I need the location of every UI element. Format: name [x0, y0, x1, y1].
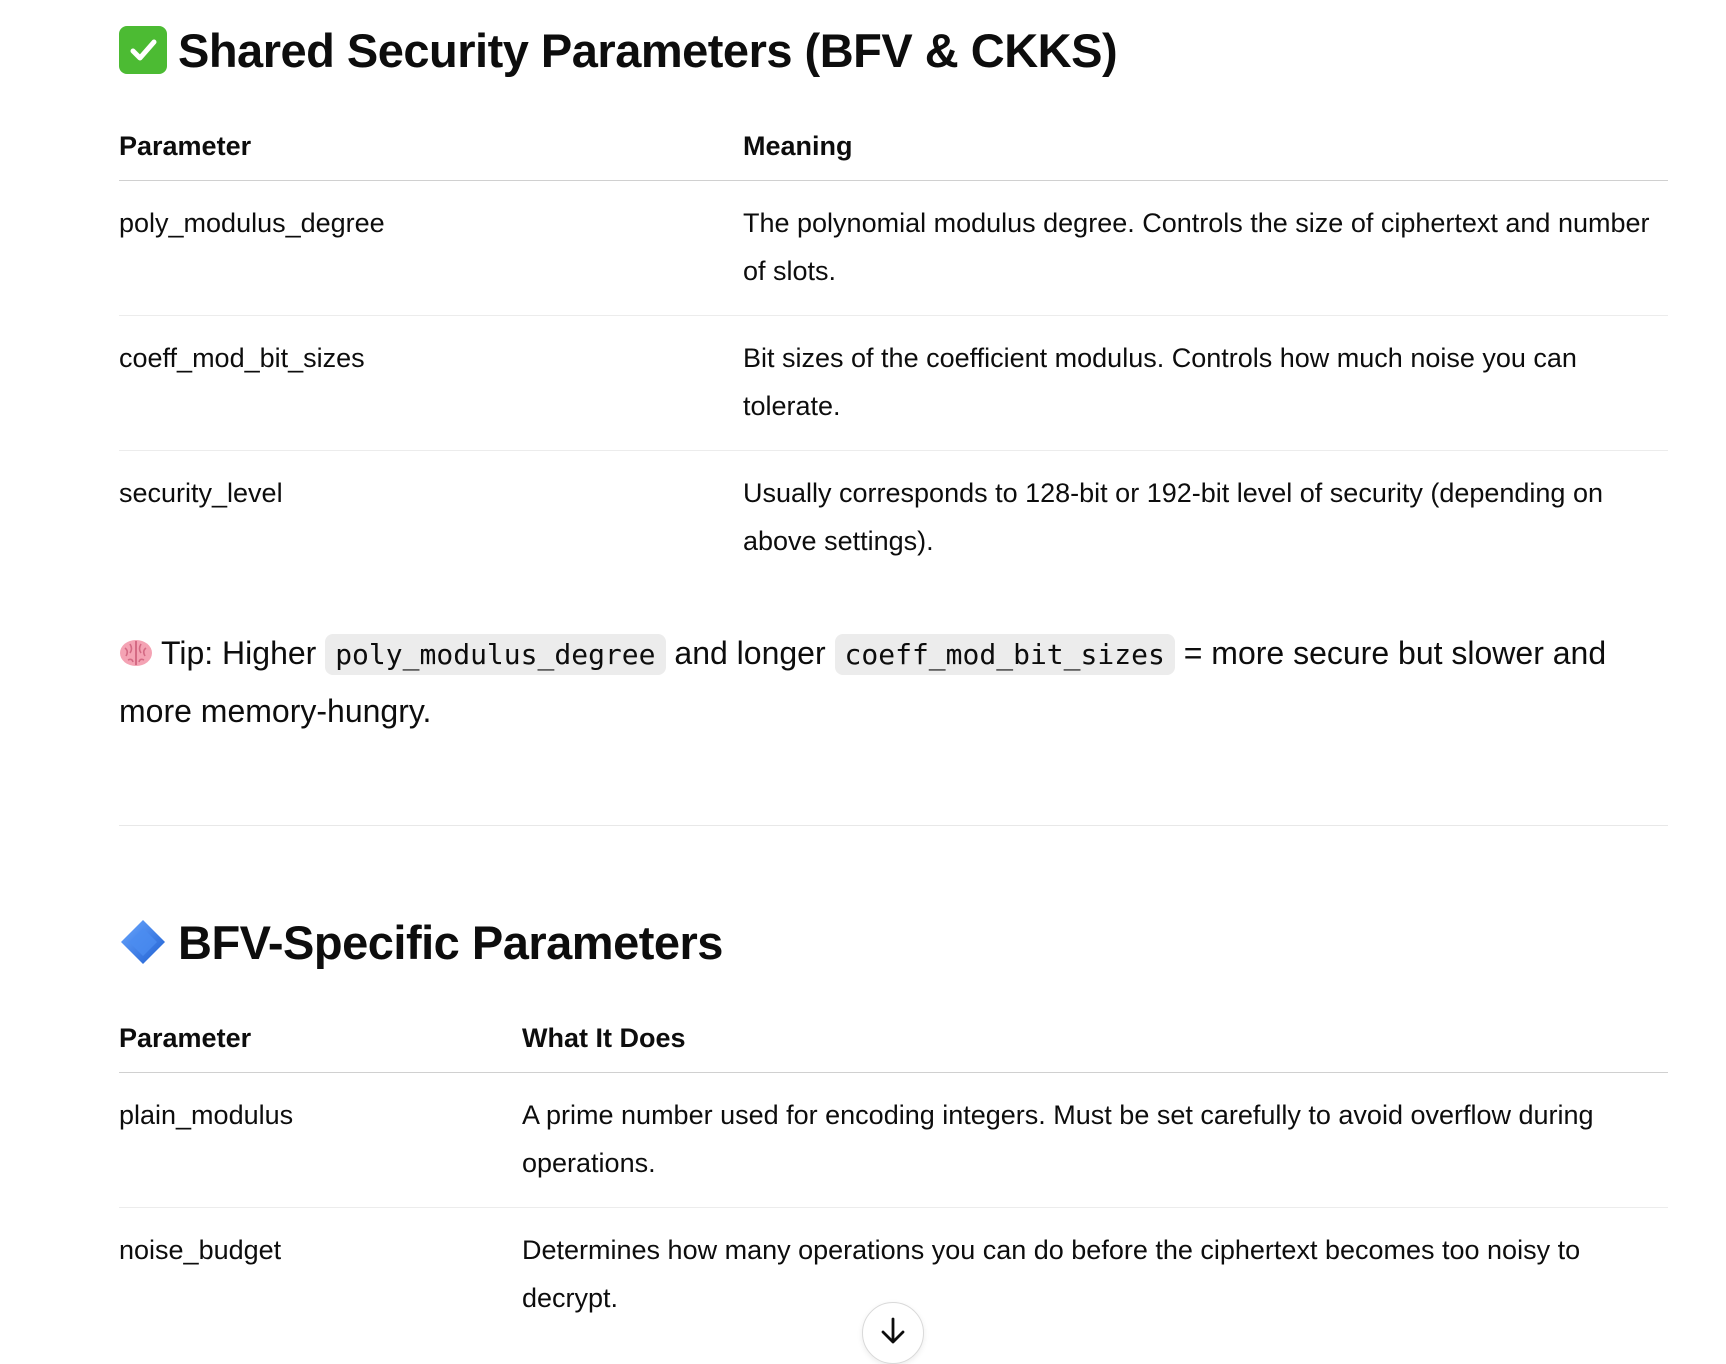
shared-params-table: Parameter Meaning poly_modulus_degree Th…	[119, 100, 1668, 585]
bfv-params-table: Parameter What It Does plain_modulus A p…	[119, 992, 1668, 1342]
section-title: BFV-Specific Parameters	[178, 915, 723, 969]
column-header: Meaning	[743, 100, 1668, 181]
section-title: Shared Security Parameters (BFV & CKKS)	[178, 23, 1118, 77]
param-name: plain_modulus	[119, 1072, 522, 1208]
blue-diamond-icon	[119, 918, 167, 966]
param-name: security_level	[119, 478, 283, 508]
param-description: The polynomial modulus degree. Controls …	[743, 180, 1668, 316]
table-row: security_level Usually corresponds to 12…	[119, 451, 1668, 586]
section-heading-shared: Shared Security Parameters (BFV & CKKS)	[119, 0, 1668, 100]
table-row: coeff_mod_bit_sizes Bit sizes of the coe…	[119, 315, 1668, 451]
section-divider	[119, 825, 1668, 826]
table-header-row: Parameter What It Does	[119, 992, 1668, 1073]
inline-code: poly_modulus_degree	[325, 634, 666, 675]
brain-icon	[119, 629, 153, 666]
table-row: plain_modulus A prime number used for en…	[119, 1072, 1668, 1208]
tip-prefix: Tip: Higher	[161, 635, 317, 671]
tip-middle: and longer	[674, 635, 826, 671]
column-header: What It Does	[522, 992, 1668, 1073]
scroll-to-bottom-button[interactable]	[862, 1302, 924, 1364]
param-name: coeff_mod_bit_sizes	[119, 315, 743, 451]
inline-code: coeff_mod_bit_sizes	[834, 634, 1175, 675]
check-mark-icon	[119, 26, 167, 74]
param-description: Usually corresponds to 128-bit or 192-bi…	[743, 478, 1603, 556]
message-content: Shared Security Parameters (BFV & CKKS) …	[119, 0, 1668, 1342]
tip-paragraph: Tip: Higher poly_modulus_degree and long…	[119, 625, 1668, 739]
param-description: Determines how many operations you can d…	[522, 1235, 1581, 1313]
param-description: A prime number used for encoding integer…	[522, 1072, 1668, 1208]
param-description: Bit sizes of the coefficient modulus. Co…	[743, 315, 1668, 451]
table-header-row: Parameter Meaning	[119, 100, 1668, 181]
arrow-down-icon	[879, 1316, 907, 1351]
column-header: Parameter	[119, 100, 743, 181]
section-heading-bfv: BFV-Specific Parameters	[119, 892, 1668, 992]
table-row: poly_modulus_degree The polynomial modul…	[119, 180, 1668, 316]
param-name: poly_modulus_degree	[119, 180, 743, 316]
column-header: Parameter	[119, 992, 522, 1073]
param-name: noise_budget	[119, 1235, 282, 1265]
